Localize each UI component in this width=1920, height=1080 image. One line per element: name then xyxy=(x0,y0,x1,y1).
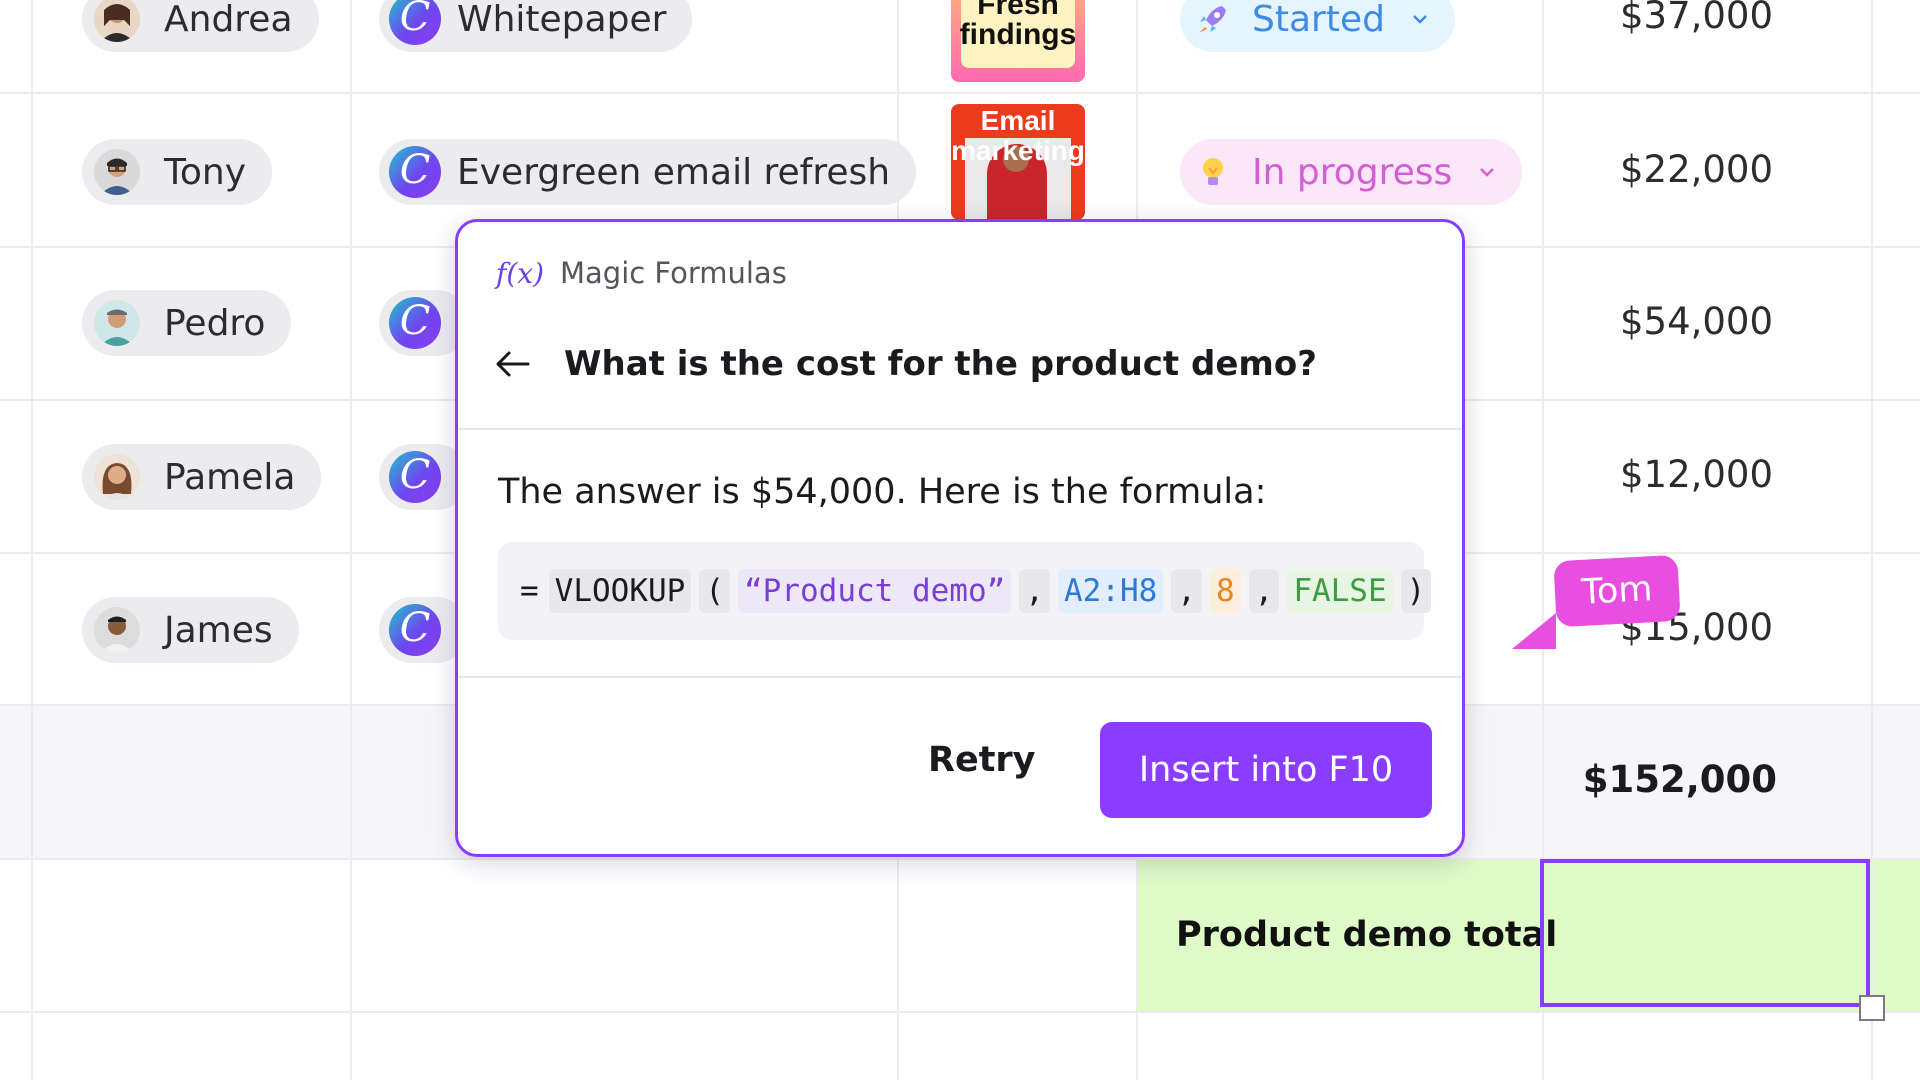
formula-arg-exact-match: FALSE xyxy=(1287,569,1393,613)
cell-resize-handle[interactable] xyxy=(1859,995,1885,1021)
person-pill-tony[interactable]: Tony xyxy=(82,139,273,205)
avatar xyxy=(94,300,140,346)
chevron-down-icon xyxy=(1480,168,1495,177)
canva-logo-icon: C xyxy=(389,451,441,503)
divider xyxy=(458,676,1462,678)
project-pill-whitepaper[interactable]: C Whitepaper xyxy=(379,0,693,52)
canva-logo-icon: C xyxy=(389,0,441,45)
selected-cell-f10[interactable] xyxy=(1540,859,1870,1007)
divider xyxy=(458,428,1462,430)
grid-row-line xyxy=(0,1011,1920,1013)
person-pill-pedro[interactable]: Pedro xyxy=(82,290,292,356)
amount-cell[interactable]: $12,000 xyxy=(1620,453,1773,496)
person-name: Pedro xyxy=(164,302,266,344)
answer-text: The answer is $54,000. Here is the formu… xyxy=(498,472,1267,512)
design-thumbnail[interactable]: Email marketing xyxy=(951,104,1085,220)
avatar xyxy=(94,607,140,653)
person-name: Tony xyxy=(164,151,247,193)
retry-button[interactable]: Retry xyxy=(928,740,1036,780)
status-dropdown-in-progress[interactable]: In progress xyxy=(1180,139,1523,205)
formula-open-paren: ( xyxy=(699,569,730,613)
canva-logo-icon: C xyxy=(389,604,441,656)
person-pill-james[interactable]: James xyxy=(82,597,299,663)
person-pill-pamela[interactable]: Pamela xyxy=(82,444,322,510)
grid-column-line xyxy=(1871,0,1873,1080)
person-pill-andrea[interactable]: Andrea xyxy=(82,0,319,52)
grid-column-line xyxy=(350,0,352,1080)
canva-logo-icon: C xyxy=(389,297,441,349)
formula-comma: , xyxy=(1019,569,1050,613)
question-row: What is the cost for the product demo? xyxy=(494,344,1317,384)
grid-row-line xyxy=(0,92,1920,94)
dialog-title: Magic Formulas xyxy=(560,256,787,290)
formula-code-block[interactable]: = VLOOKUP ( “Product demo” , A2:H8 , 8 ,… xyxy=(498,542,1432,640)
summary-row-label[interactable]: Product demo total xyxy=(1176,915,1557,955)
formula-equals: = xyxy=(520,573,539,609)
canva-logo-icon: C xyxy=(389,146,441,198)
project-title: Whitepaper xyxy=(457,0,667,40)
chevron-down-icon xyxy=(1413,15,1427,24)
question-text: What is the cost for the product demo? xyxy=(564,344,1317,384)
thumbnail-text: Fresh findings xyxy=(959,0,1077,51)
total-amount-cell[interactable]: $152,000 xyxy=(1583,758,1777,801)
formula-arg-range: A2:H8 xyxy=(1057,569,1164,613)
amount-cell[interactable]: $37,000 xyxy=(1620,0,1773,37)
rocket-icon xyxy=(1194,0,1232,38)
fx-icon: f(x) xyxy=(496,256,545,290)
status-dropdown-started[interactable]: Started xyxy=(1180,0,1455,52)
lightbulb-icon xyxy=(1194,153,1232,191)
magic-formulas-dialog: f(x) Magic Formulas What is the cost for… xyxy=(455,219,1465,857)
status-label: In progress xyxy=(1252,151,1453,193)
formula-close-paren: ) xyxy=(1400,569,1432,613)
formula-function: VLOOKUP xyxy=(548,569,692,613)
project-pill-evergreen-email[interactable]: C Evergreen email refresh xyxy=(379,139,917,205)
project-title: Evergreen email refresh xyxy=(457,151,891,193)
person-name: James xyxy=(164,609,273,651)
formula-arg-column-index: 8 xyxy=(1209,569,1241,613)
formula-comma: , xyxy=(1171,569,1202,613)
insert-formula-button[interactable]: Insert into F10 xyxy=(1100,722,1432,818)
avatar xyxy=(94,0,140,42)
avatar xyxy=(94,454,140,500)
amount-cell[interactable]: $22,000 xyxy=(1620,148,1773,191)
amount-cell[interactable]: $54,000 xyxy=(1620,300,1773,343)
design-thumbnail[interactable]: Fresh findings xyxy=(951,0,1085,82)
dialog-header: f(x) Magic Formulas xyxy=(496,256,787,290)
formula-comma: , xyxy=(1248,569,1280,613)
back-arrow-icon[interactable] xyxy=(494,349,530,379)
formula-arg-lookup-value: “Product demo” xyxy=(738,569,1012,613)
collaborator-tag: Tom xyxy=(1553,554,1681,628)
person-name: Pamela xyxy=(164,456,296,498)
status-label: Started xyxy=(1252,0,1385,40)
collaborator-cursor-icon xyxy=(1512,613,1556,649)
person-name: Andrea xyxy=(164,0,293,40)
avatar xyxy=(94,149,140,195)
grid-column-line xyxy=(31,0,33,1080)
thumbnail-text: Email marketing xyxy=(951,105,1085,166)
